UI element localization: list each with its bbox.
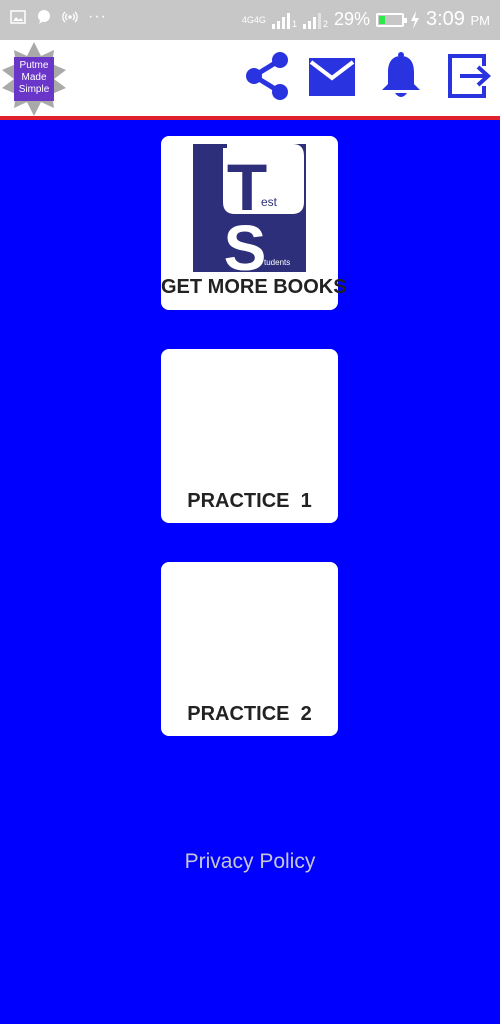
bell-icon[interactable]	[375, 50, 427, 102]
clock: 3:09 PM	[426, 8, 490, 31]
signal-icon-sim1	[271, 11, 290, 29]
hotspot-icon	[62, 11, 78, 23]
battery-percent: 29%	[333, 9, 370, 29]
status-bar: ··· 4G4G 1 2 29% 3:09 PM	[0, 0, 500, 40]
app-bar-divider	[0, 116, 500, 120]
practice-1-card[interactable]: PRACTICE 1	[161, 349, 338, 523]
network-type-1: 4G4G	[241, 14, 266, 25]
status-right-icons: 4G4G 1 2 29% 3:09 PM	[242, 8, 490, 31]
share-icon[interactable]	[242, 50, 294, 102]
logo-line-3: Simple	[18, 84, 50, 95]
charging-icon	[411, 10, 419, 29]
practice-2-label: PRACTICE 2	[187, 703, 312, 725]
app-logo-text: Putme Made Simple	[14, 60, 54, 96]
practice-2-card[interactable]: PRACTICE 2	[161, 562, 338, 736]
more-notifications-icon: ···	[88, 8, 107, 25]
get-more-books-card[interactable]: T est S tudents GET MORE BOOKS	[161, 136, 347, 310]
test-students-logo: T est S tudents	[193, 144, 306, 272]
logo-text-est: est	[261, 195, 278, 209]
sim1-label: 1	[291, 18, 297, 29]
sim2-label: 2	[322, 18, 328, 29]
logout-icon[interactable]	[444, 50, 496, 102]
privacy-policy-link[interactable]: Privacy Policy	[0, 850, 500, 874]
battery-fill	[379, 15, 385, 24]
signal-icon-sim2	[302, 11, 321, 29]
status-left-icons: ···	[10, 9, 107, 25]
logo-line-2: Made	[21, 72, 47, 83]
logo-line-1: Putme	[19, 60, 49, 71]
image-icon	[10, 10, 26, 24]
clock-time: 3:09	[426, 8, 465, 30]
get-more-books-label: GET MORE BOOKS	[161, 276, 347, 298]
clock-ampm: PM	[470, 13, 491, 28]
chat-icon	[38, 10, 50, 24]
mail-icon[interactable]	[307, 50, 359, 102]
logo-text-tudents: tudents	[264, 258, 290, 267]
logo-letter-s: S	[224, 212, 267, 272]
practice-1-label: PRACTICE 1	[187, 490, 312, 512]
battery-icon	[376, 12, 407, 27]
